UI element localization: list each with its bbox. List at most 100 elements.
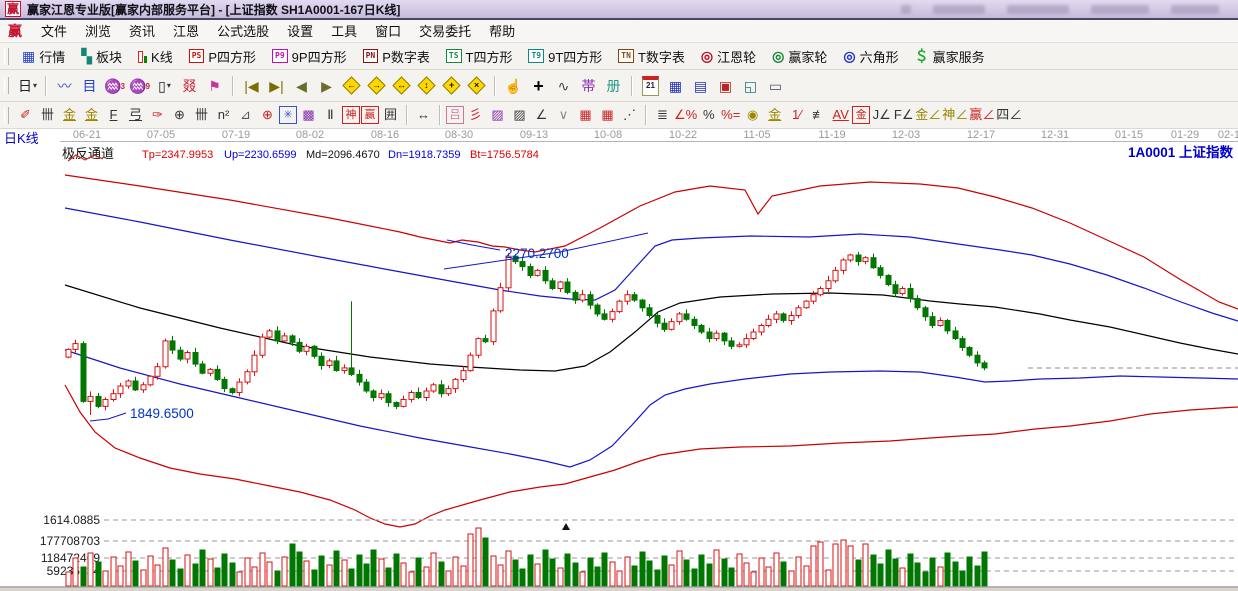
menu-item-江恩[interactable]: 江恩 — [164, 22, 208, 41]
cycle-circle-tool[interactable]: ⊕ — [169, 105, 190, 125]
gold-fence-1-tool[interactable]: 金 — [59, 105, 80, 125]
quotes-button[interactable]: ▦行情 — [14, 45, 73, 68]
shen-tool[interactable]: 神 — [342, 106, 360, 124]
percent-eq-red-tool[interactable]: %= — [720, 105, 741, 125]
nine-p-square-button[interactable]: P99P四方形 — [264, 45, 355, 68]
j-angle-tool[interactable]: J∠ — [871, 105, 892, 125]
print-tool[interactable]: ▭ — [764, 75, 787, 97]
period-candle-dropdown[interactable]: 日 — [16, 75, 39, 97]
three-lines-tool[interactable]: ⋰ — [619, 105, 640, 125]
measure-tool[interactable]: ∿ — [552, 75, 575, 97]
shen-angle-tool[interactable]: 神∠ — [942, 105, 968, 125]
nine-t-square-button[interactable]: T99T四方形 — [520, 45, 610, 68]
prev-bar-button[interactable]: ◀ — [290, 75, 313, 97]
pan-left-button[interactable]: ← — [340, 75, 363, 97]
menu-item-公式选股[interactable]: 公式选股 — [208, 22, 278, 41]
target-red-tool[interactable]: ⊕ — [257, 105, 278, 125]
red-grid-1-tool[interactable]: ▦ — [575, 105, 596, 125]
rays-red-tool[interactable]: 彡 — [465, 105, 486, 125]
brush-tool[interactable]: ✐ — [15, 105, 36, 125]
menu-item-浏览[interactable]: 浏览 — [76, 22, 120, 41]
kline-chart-canvas[interactable]: 06-2107-0507-1908-0208-1608-3009-1310-08… — [0, 129, 1238, 591]
p-number-table-button[interactable]: PNP数字表 — [355, 45, 438, 68]
cycle-book-tool[interactable]: 册 — [602, 75, 625, 97]
n-squared-tool[interactable]: n² — [213, 105, 234, 125]
rays-purple-box-tool[interactable]: ▨ — [487, 105, 508, 125]
pink-box-tool[interactable]: 吕 — [446, 106, 464, 124]
winner-service-button[interactable]: ＄赢家服务 — [907, 45, 993, 68]
percent-line-red-tool[interactable]: ∠% — [674, 105, 697, 125]
menu-item-资讯[interactable]: 资讯 — [120, 22, 164, 41]
flag-tool[interactable]: ⚑ — [203, 75, 226, 97]
zoom-all-button[interactable]: × — [465, 75, 488, 97]
first-page-button[interactable]: |◀ — [240, 75, 263, 97]
zoom-vertical-button[interactable]: ↕ — [415, 75, 438, 97]
gann-fence-tool[interactable]: 卌 — [37, 105, 58, 125]
zoom-in-button[interactable]: + — [440, 75, 463, 97]
f-fence-tool[interactable]: F — [103, 105, 124, 125]
network-tool[interactable]: ◱ — [739, 75, 762, 97]
p-square-button[interactable]: PSP四方形 — [181, 45, 264, 68]
gann-wheel-button[interactable]: ◎江恩轮 — [693, 45, 764, 68]
percent-tool[interactable]: % — [698, 105, 719, 125]
crosshair-tool[interactable]: + — [527, 75, 550, 97]
menu-item-文件[interactable]: 文件 — [32, 22, 76, 41]
menu-item-交易委托[interactable]: 交易委托 — [410, 22, 480, 41]
chart-area[interactable]: 06-2107-0507-1908-0208-1608-3009-1310-08… — [0, 129, 1238, 591]
rays-dark-box-tool[interactable]: ▨ — [509, 105, 530, 125]
pan-right-button[interactable]: → — [365, 75, 388, 97]
fence-2-tool[interactable]: 卌 — [191, 105, 212, 125]
hand-tool[interactable]: ☝ — [502, 75, 525, 97]
grid-purple-tool[interactable]: ▩ — [298, 105, 319, 125]
save-tool[interactable]: ▣ — [714, 75, 737, 97]
scribble-tool[interactable]: 〰 — [53, 75, 76, 97]
gold-box-tool[interactable]: 金 — [852, 106, 870, 124]
bars-scale-tool[interactable]: ≣ — [652, 105, 673, 125]
candle-style-dropdown[interactable]: ▯ — [153, 75, 176, 97]
calculator-tool[interactable]: ▦ — [664, 75, 687, 97]
ying-angle-tool[interactable]: 赢∠ — [969, 105, 995, 125]
t-number-table-button[interactable]: TNT数字表 — [610, 45, 693, 68]
toolbar-grip[interactable] — [4, 48, 9, 65]
hexagon-button[interactable]: ◎六角形 — [835, 45, 906, 68]
winner-wheel-button[interactable]: ◎赢家轮 — [764, 45, 835, 68]
info-note-tool[interactable]: 目 — [78, 75, 101, 97]
menu-item-帮助[interactable]: 帮助 — [480, 22, 524, 41]
menu-item-窗口[interactable]: 窗口 — [366, 22, 410, 41]
gold-lines-tool[interactable]: 金 — [764, 105, 785, 125]
report-tool[interactable]: ▤ — [689, 75, 712, 97]
double-bar-tool[interactable]: Ⅱ — [320, 105, 341, 125]
menu-item-设置[interactable]: 设置 — [278, 22, 322, 41]
h-expand-tool[interactable]: ↔ — [413, 105, 434, 125]
ying-tool[interactable]: 赢 — [361, 106, 379, 124]
v-dotted-tool[interactable]: ∨ — [553, 105, 574, 125]
last-page-button[interactable]: ▶| — [265, 75, 288, 97]
red-grid-2-tool[interactable]: ▦ — [597, 105, 618, 125]
four-lines-tool[interactable]: ≢ — [808, 105, 829, 125]
f-angle-tool[interactable]: F∠ — [893, 105, 914, 125]
grid-123-tool[interactable]: 囲 — [380, 105, 401, 125]
next-bar-button[interactable]: ▶ — [315, 75, 338, 97]
gold-angle-tool[interactable]: 金∠ — [915, 105, 941, 125]
calendar-tool[interactable]: 21 — [639, 75, 662, 97]
one-line-tool[interactable]: 1∕ — [786, 105, 807, 125]
sectors-button[interactable]: ▚板块 — [73, 45, 130, 68]
kline-button[interactable]: K线 — [130, 45, 181, 68]
band-tool[interactable]: 帯 — [577, 75, 600, 97]
wave-count-9-tool[interactable]: ♒9 — [128, 75, 151, 97]
angle-tool[interactable]: ⊿ — [235, 105, 256, 125]
red-brush-grid-tool[interactable]: ✑ — [147, 105, 168, 125]
toolbar-grip[interactable] — [4, 77, 9, 94]
angle-line-tool[interactable]: ∠ — [531, 105, 552, 125]
snowflake-tool[interactable]: ✳ — [279, 106, 297, 124]
toolbar-grip[interactable] — [4, 107, 9, 124]
menu-item-工具[interactable]: 工具 — [322, 22, 366, 41]
spiral-fence-tool[interactable]: 弓 — [125, 105, 146, 125]
stamp-tool[interactable]: 叕 — [178, 75, 201, 97]
t-square-button[interactable]: TST四方形 — [438, 45, 521, 68]
four-angle-tool[interactable]: 四∠ — [996, 105, 1022, 125]
wave-count-3-tool[interactable]: ♒3 — [103, 75, 126, 97]
av-tool[interactable]: AV — [830, 105, 851, 125]
zoom-horizontal-button[interactable]: ↔ — [390, 75, 413, 97]
gold-fence-2-tool[interactable]: 金 — [81, 105, 102, 125]
